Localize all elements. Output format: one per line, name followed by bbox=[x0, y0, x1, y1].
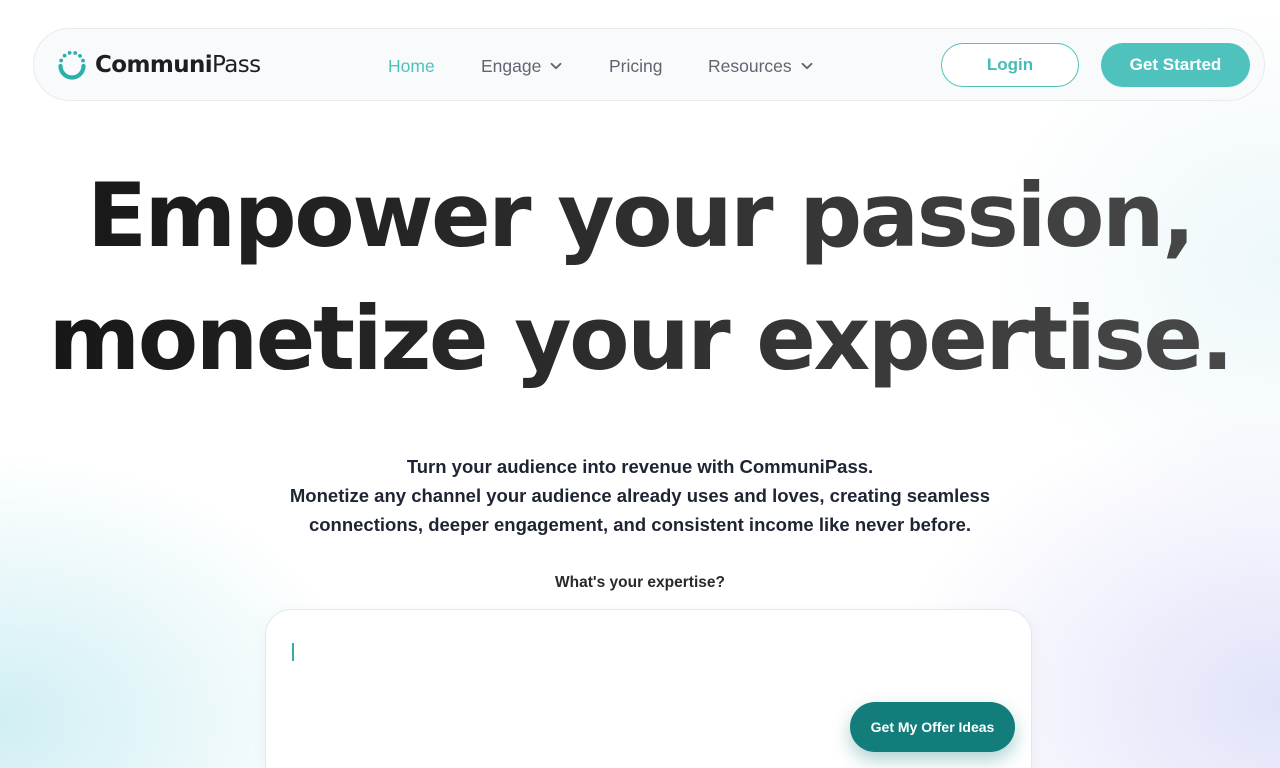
expertise-card: Get My Offer Ideas bbox=[265, 609, 1032, 768]
nav-pricing-label: Pricing bbox=[609, 56, 663, 76]
nav-resources-label: Resources bbox=[708, 56, 792, 76]
get-started-button[interactable]: Get Started bbox=[1101, 43, 1250, 87]
chevron-down-icon bbox=[801, 62, 813, 70]
nav-home[interactable]: Home bbox=[388, 55, 435, 77]
login-button[interactable]: Login bbox=[941, 43, 1079, 87]
brand-name-part1: Communi bbox=[95, 51, 213, 78]
hero-subtitle-line2: Monetize any channel your audience alrea… bbox=[289, 485, 991, 506]
top-navbar: CommuniPass Home Engage Pricing Resource… bbox=[33, 28, 1265, 101]
hero-headline-line2: monetize your expertise. bbox=[0, 289, 1280, 389]
hero-subtitle-line1: Turn your audience into revenue with Com… bbox=[406, 456, 874, 477]
nav-engage-label: Engage bbox=[481, 56, 542, 76]
get-offer-ideas-button[interactable]: Get My Offer Ideas bbox=[850, 702, 1015, 752]
chevron-down-icon bbox=[550, 62, 562, 70]
nav-engage[interactable]: Engage bbox=[481, 55, 562, 77]
nav-home-label: Home bbox=[388, 56, 435, 76]
brand-logo[interactable]: CommuniPass bbox=[56, 49, 261, 81]
dotted-arc-logo-icon bbox=[58, 51, 86, 80]
nav-resources[interactable]: Resources bbox=[708, 55, 813, 77]
hero-headline-line1: Empower your passion, bbox=[0, 166, 1280, 266]
expertise-label: What's your expertise? bbox=[555, 574, 725, 591]
expertise-input[interactable] bbox=[288, 638, 1008, 698]
brand-name: CommuniPass bbox=[95, 51, 261, 78]
hero-subtitle-line3: connections, deeper engagement, and cons… bbox=[308, 514, 972, 535]
brand-name-part2: Pass bbox=[212, 51, 261, 78]
nav-pricing[interactable]: Pricing bbox=[609, 55, 663, 77]
text-caret bbox=[292, 643, 294, 661]
